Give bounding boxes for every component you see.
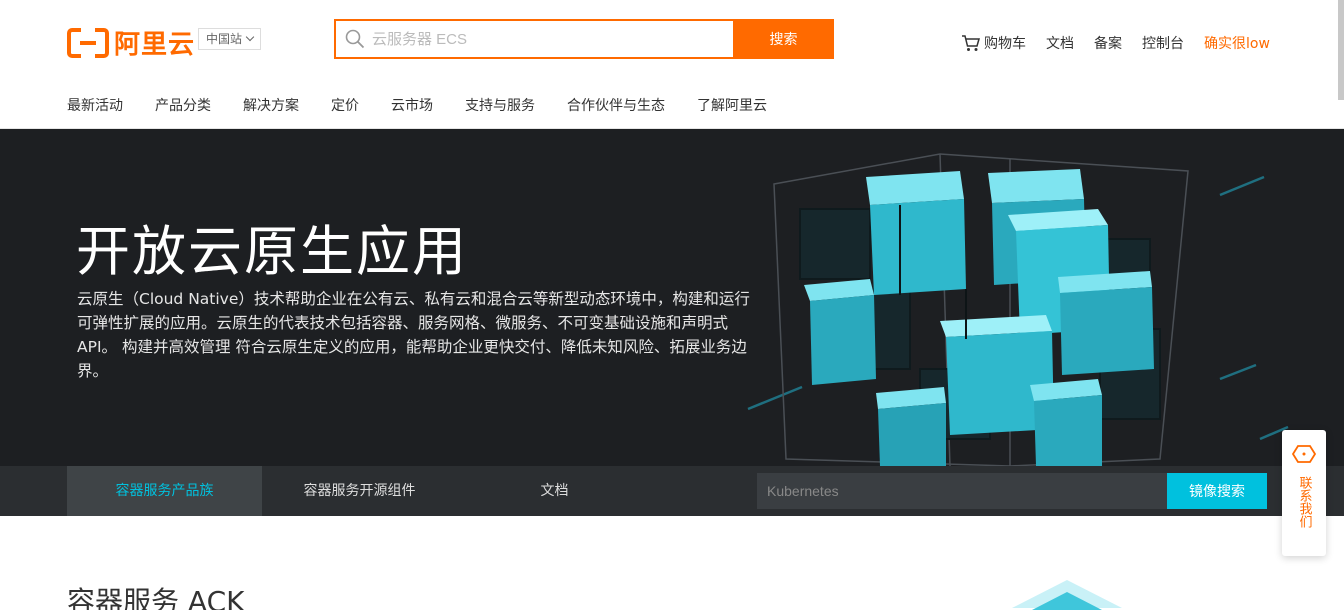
image-search-input[interactable]	[757, 473, 1167, 509]
tab-container-products[interactable]: 容器服务产品族	[67, 466, 262, 516]
region-label: 中国站	[206, 32, 243, 46]
search-box	[334, 19, 733, 59]
site-search: 搜索	[334, 19, 834, 59]
shopping-cart-icon	[962, 35, 980, 51]
chevron-down-icon	[245, 32, 255, 42]
top-header: 阿里云 中国站 搜索 购物车	[0, 0, 1344, 129]
logo-icon	[67, 27, 109, 58]
contact-us-widget[interactable]: 联系我们	[1282, 430, 1326, 556]
product-illustration	[1012, 580, 1122, 610]
section-title: 容器服务 ACK	[67, 585, 245, 610]
search-input[interactable]	[336, 21, 733, 57]
hero-description: 云原生（Cloud Native）技术帮助企业在公有云、私有云和混合云等新型动态…	[77, 290, 750, 380]
search-icon	[345, 29, 365, 49]
nav-item-pricing[interactable]: 定价	[331, 95, 359, 115]
cart-label: 购物车	[984, 36, 1026, 52]
user-account-link[interactable]: 确实很low	[1204, 33, 1270, 53]
region-selector[interactable]: 中国站	[198, 28, 262, 50]
image-search: 镜像搜索	[757, 473, 1267, 509]
nav-item-support[interactable]: 支持与服务	[465, 95, 535, 115]
chat-bubble-icon	[1292, 445, 1316, 463]
page: 阿里云 中国站 搜索 购物车	[0, 0, 1344, 610]
aliyun-logo[interactable]: 阿里云	[67, 24, 195, 61]
nav-item-marketplace[interactable]: 云市场	[391, 95, 433, 115]
contact-us-label: 联系我们	[1296, 476, 1312, 528]
container-cube-illustration	[747, 153, 1289, 466]
product-subnav: 容器服务产品族 容器服务开源组件 文档 镜像搜索	[0, 466, 1344, 516]
cart-link[interactable]: 购物车	[961, 33, 1026, 53]
nav-item-about[interactable]: 了解阿里云	[697, 95, 767, 115]
search-button[interactable]: 搜索	[733, 19, 834, 59]
tab-open-source-components[interactable]: 容器服务开源组件	[262, 466, 457, 516]
hero-title: 开放云原生应用	[76, 220, 468, 283]
utility-links: 购物车 文档 备案 控制台 确实很low	[961, 33, 1270, 53]
nav-item-products[interactable]: 产品分类	[155, 95, 211, 115]
main-nav: 最新活动 产品分类 解决方案 定价 云市场 支持与服务 合作伙伴与生态 了解阿里…	[67, 95, 799, 115]
beian-link[interactable]: 备案	[1094, 33, 1122, 53]
tab-docs[interactable]: 文档	[457, 466, 652, 516]
nav-item-partners[interactable]: 合作伙伴与生态	[567, 95, 665, 115]
docs-link[interactable]: 文档	[1046, 33, 1074, 53]
console-link[interactable]: 控制台	[1142, 33, 1184, 53]
image-search-button[interactable]: 镜像搜索	[1167, 473, 1267, 509]
nav-item-latest-events[interactable]: 最新活动	[67, 95, 123, 115]
page-scrollbar[interactable]	[1338, 0, 1344, 100]
logo-text: 阿里云	[114, 30, 196, 60]
nav-item-solutions[interactable]: 解决方案	[243, 95, 299, 115]
hero-banner: 开放云原生应用 云原生（Cloud Native）技术帮助企业在公有云、私有云和…	[0, 129, 1344, 466]
